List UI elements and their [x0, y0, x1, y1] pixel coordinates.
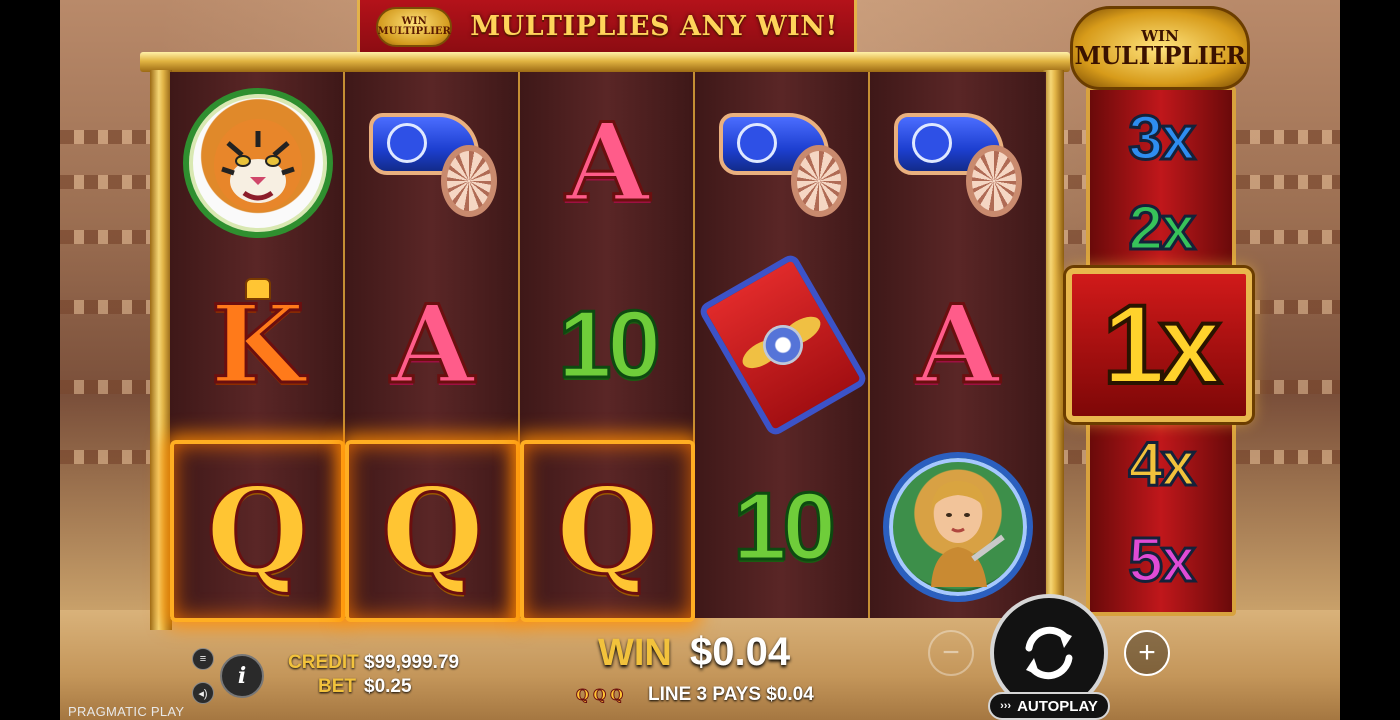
reel-cell	[170, 72, 345, 254]
symbol-q: Q	[555, 461, 661, 600]
shield-icon	[696, 252, 869, 438]
reel-cell	[695, 252, 870, 438]
symbol-a: A	[914, 282, 1001, 408]
reel-cell-winning: Q	[170, 440, 345, 622]
bet-value: $0.25	[364, 676, 412, 697]
reel-cell: A	[870, 254, 1045, 436]
bet-increase-button[interactable]: +	[1124, 630, 1170, 676]
autoplay-button[interactable]: ››› AUTOPLAY	[988, 692, 1110, 720]
logo-word-multiplier: MULTIPLIER	[377, 25, 451, 37]
chariot-icon	[888, 103, 1028, 223]
multiplier-3x: 3x	[1127, 104, 1197, 173]
chariot-icon	[713, 103, 853, 223]
credit-value: $99,999.79	[364, 652, 460, 673]
symbol-10: 10	[557, 291, 663, 398]
mini-q-symbol: Q	[610, 686, 624, 705]
sound-icon[interactable]: ◂)	[192, 682, 214, 704]
reel-grid: K Q A Q A 10 Q 10 A	[170, 72, 1046, 622]
symbol-10: 10	[732, 473, 838, 580]
reel-1: K Q	[170, 72, 345, 622]
menu-icon[interactable]: ≡	[192, 648, 214, 670]
reel-cell: K	[170, 254, 345, 436]
reel-cell-winning: Q	[345, 440, 520, 622]
provider-brand: PRAGMATIC PLAY	[68, 704, 185, 719]
chariot-icon	[363, 103, 503, 223]
multiplier-4x: 4x	[1127, 430, 1197, 499]
mini-q-symbol: Q	[575, 686, 590, 705]
symbol-q: Q	[205, 461, 311, 600]
win-value: $0.04	[690, 630, 791, 674]
symbol-k: K	[209, 282, 306, 408]
info-button[interactable]: i	[220, 654, 264, 698]
symbol-q: Q	[380, 461, 486, 600]
banner-text: MULTIPLIES ANY WIN!	[470, 11, 838, 42]
reel-3: A 10 Q	[520, 72, 695, 622]
multiplier-active-1x: 1x	[1066, 268, 1252, 422]
bottom-hud: ≡ ◂) i CREDIT $99,999.79 BET $0.25 WIN $…	[0, 594, 1400, 720]
line-pays-text: LINE 3 PAYS $0.04	[648, 684, 814, 705]
win-multiplier-logo: WIN MULTIPLIER	[1070, 6, 1250, 90]
reel-frame-left-pillar	[150, 70, 172, 630]
win-label: WIN	[598, 632, 672, 674]
reel-cell	[870, 72, 1045, 254]
mini-q-symbol: Q	[593, 686, 607, 705]
autoplay-chevrons-icon: ›››	[1000, 700, 1012, 712]
tiger-icon	[182, 88, 333, 238]
multiplier-2x: 2x	[1127, 194, 1197, 263]
logo-word-win: WIN	[401, 15, 427, 27]
multiplier-5x: 5x	[1127, 526, 1197, 595]
woman-portrait-icon	[882, 452, 1033, 602]
reel-cell: 10	[695, 436, 870, 618]
reel-cell	[695, 72, 870, 254]
line-win-symbols: Q Q Q	[575, 686, 624, 705]
reel-cell	[870, 436, 1045, 618]
autoplay-label: AUTOPLAY	[1017, 697, 1098, 715]
feature-banner: WIN MULTIPLIER MULTIPLIES ANY WIN!	[357, 0, 857, 56]
reel-cell-winning: Q	[520, 440, 695, 622]
reel-cell: A	[345, 254, 520, 436]
win-multiplier-logo-small: WIN MULTIPLIER	[376, 6, 453, 47]
logo-word-multiplier: MULTIPLIER	[1074, 40, 1246, 70]
credit-label: CREDIT	[288, 652, 359, 673]
reel-2: A Q	[345, 72, 520, 622]
reel-4: 10	[695, 72, 870, 618]
spin-arrows-icon	[1025, 626, 1073, 680]
reel-frame-top	[140, 52, 1070, 72]
bet-decrease-button[interactable]: −	[928, 630, 974, 676]
symbol-a: A	[564, 100, 651, 226]
crown-icon	[244, 278, 271, 300]
reel-cell: A	[520, 72, 695, 254]
reel-cell: 10	[520, 254, 695, 436]
symbol-a: A	[389, 282, 476, 408]
reel-cell	[345, 72, 520, 254]
reel-5: A	[870, 72, 1045, 618]
bet-label: BET	[318, 676, 356, 697]
